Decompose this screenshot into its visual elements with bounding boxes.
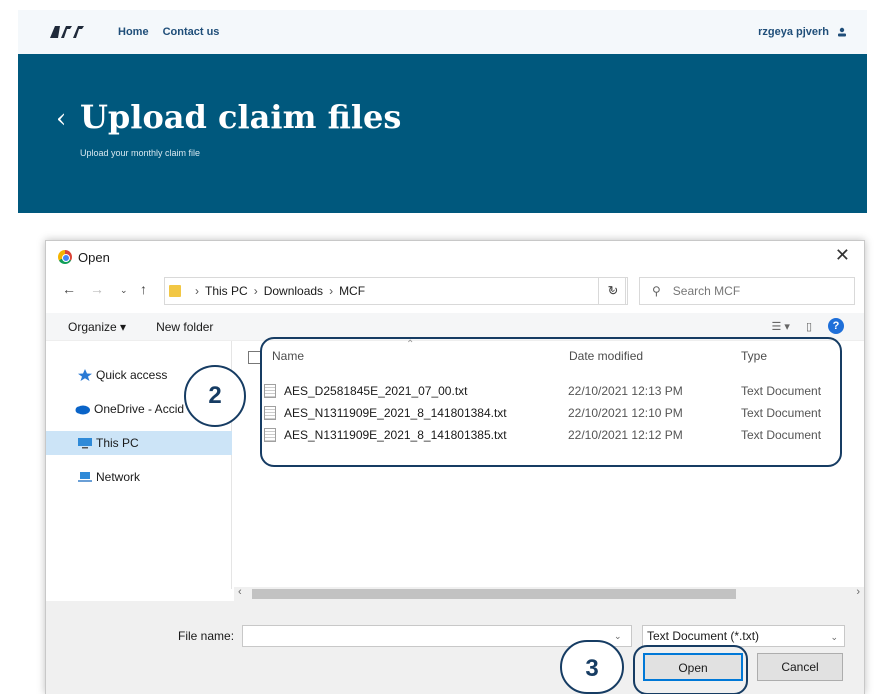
chrome-icon (58, 250, 72, 264)
dialog-title: Open (78, 249, 110, 265)
crumb-separator-icon: › (253, 284, 258, 298)
sidebar-item-label: Quick access (96, 368, 168, 382)
step-3-badge: 3 (560, 640, 624, 694)
sidebar-item-label: Network (96, 470, 141, 484)
search-placeholder: Search MCF (672, 284, 741, 298)
address-row: ← → ⌄ ↑ › This PC › Downloads › MCF ⌄ ↻ … (46, 275, 864, 307)
user-name: rzgeya pjverh (758, 26, 829, 38)
organize-menu[interactable]: Organize ▾ (68, 320, 126, 334)
horizontal-scrollbar[interactable]: ‹ › (234, 586, 864, 601)
file-name-dropdown-icon[interactable]: ⌄ (614, 631, 622, 642)
screen: Home Contact us rzgeya pjverh ‹ Upload c… (0, 0, 879, 694)
back-chevron-icon[interactable]: ‹ (56, 104, 66, 134)
page-title: Upload claim files (80, 98, 402, 136)
scroll-right-icon[interactable]: › (856, 586, 860, 598)
crumb-separator-icon: › (195, 284, 199, 298)
user-icon (838, 27, 846, 37)
cancel-button[interactable]: Cancel (757, 653, 843, 681)
crumb-downloads[interactable]: Downloads (264, 284, 323, 298)
preview-pane-icon[interactable]: ▯ (806, 320, 812, 333)
star-icon (78, 369, 92, 381)
forward-arrow-icon[interactable]: → (90, 281, 104, 297)
open-file-dialog: Open ✕ ← → ⌄ ↑ › This PC › Downloads › M… (45, 240, 865, 694)
scroll-left-icon[interactable]: ‹ (238, 586, 242, 598)
sidebar-item-network[interactable]: Network (46, 465, 232, 489)
nav-contact-link[interactable]: Contact us (163, 26, 220, 38)
new-folder-button[interactable]: New folder (156, 320, 213, 334)
refresh-icon[interactable]: ↻ (598, 277, 628, 305)
address-bar[interactable]: › This PC › Downloads › MCF ⌄ (164, 277, 626, 305)
up-arrow-icon[interactable]: ↑ (140, 281, 147, 297)
close-icon[interactable]: ✕ (835, 245, 850, 266)
back-arrow-icon[interactable]: ← (62, 281, 76, 297)
crumb-mcf[interactable]: MCF (339, 284, 365, 298)
view-controls: ☰ ▾ ▯ ? (771, 318, 844, 334)
recent-dropdown-icon[interactable]: ⌄ (120, 285, 128, 296)
dialog-titlebar: Open ✕ (46, 241, 864, 273)
search-icon: ⚲ (652, 284, 661, 298)
nav-home-link[interactable]: Home (118, 26, 149, 38)
view-options-icon[interactable]: ☰ ▾ (771, 320, 789, 333)
site-header: Home Contact us rzgeya pjverh (18, 10, 867, 54)
chevron-down-icon: ⌄ (830, 632, 838, 642)
user-menu[interactable]: rzgeya pjverh (758, 26, 847, 38)
sidebar-item-label: This PC (96, 436, 139, 450)
sidebar-item-this-pc[interactable]: This PC (46, 431, 232, 455)
acc-logo-mark (50, 26, 84, 38)
computer-icon (78, 438, 92, 449)
acc-logo[interactable] (48, 23, 88, 41)
file-list-highlight (260, 337, 842, 467)
help-icon[interactable]: ? (828, 318, 844, 334)
network-icon (78, 472, 92, 482)
page-banner: ‹ Upload claim files Upload your monthly… (18, 54, 867, 213)
step-2-badge: 2 (184, 365, 246, 427)
scrollbar-thumb[interactable] (252, 589, 736, 599)
folder-icon (169, 285, 181, 297)
crumb-separator-icon: › (329, 284, 334, 298)
file-name-label: File name: (178, 629, 235, 643)
open-button-highlight (633, 645, 748, 694)
page-subtitle: Upload your monthly claim file (80, 148, 201, 158)
sidebar-item-label: OneDrive - Accid (94, 402, 185, 416)
search-box[interactable]: ⚲ Search MCF (639, 277, 855, 305)
file-type-value: Text Document (*.txt) (647, 629, 760, 643)
file-type-select[interactable]: Text Document (*.txt) ⌄ (642, 625, 845, 647)
cloud-icon (75, 405, 90, 415)
crumb-this-pc[interactable]: This PC (205, 284, 248, 298)
